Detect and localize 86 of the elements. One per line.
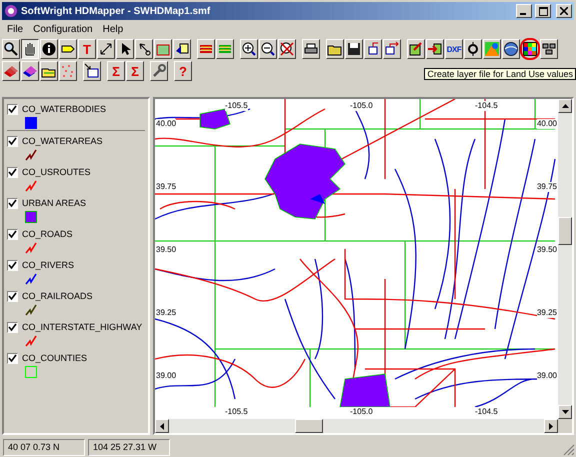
zoom-in-icon xyxy=(241,41,257,57)
layer-name: URBAN AREAS xyxy=(22,198,86,208)
edit-box-icon xyxy=(408,41,424,57)
status-pane: 40 07 0.73 N xyxy=(3,438,85,456)
box-arrow-icon xyxy=(84,63,100,79)
latitude-label: 39.50 xyxy=(156,245,176,255)
horizontal-scrollbar[interactable] xyxy=(155,419,558,433)
import-icon xyxy=(427,41,443,57)
scroll-up-button[interactable] xyxy=(558,99,572,113)
layer-checkbox[interactable] xyxy=(7,166,18,178)
latitude-label: 39.25 xyxy=(156,308,176,318)
app-icon xyxy=(4,4,18,18)
color-grid-icon xyxy=(522,41,538,57)
up-arrow-icon xyxy=(562,104,568,108)
terrain-icon xyxy=(484,41,500,57)
scroll-left-button[interactable] xyxy=(155,419,169,433)
layer-checkbox[interactable] xyxy=(7,290,18,302)
toolbar-button[interactable]: Σ xyxy=(126,61,144,81)
toolbar-button[interactable] xyxy=(21,39,39,59)
layer-checkbox[interactable] xyxy=(7,260,18,270)
scroll-thumb[interactable] xyxy=(558,217,572,245)
shapes-icon xyxy=(174,41,190,57)
layer-name: CO_RAILROADS xyxy=(22,291,93,301)
longitude-label: -105.0 xyxy=(350,407,373,417)
layer-name: CO_USROUTES xyxy=(22,167,91,177)
layer-checkbox[interactable] xyxy=(7,352,18,364)
maximize-button[interactable] xyxy=(535,4,551,18)
latitude-label: 39.25 xyxy=(536,308,557,318)
longitude-label: -104.5 xyxy=(475,407,498,417)
scroll-thumb[interactable] xyxy=(295,419,323,433)
grid-icon xyxy=(541,41,557,57)
layer-name: CO_RIVERS xyxy=(22,260,74,270)
longitude-label: -105.0 xyxy=(350,101,373,111)
zoom-cancel-icon xyxy=(279,41,295,57)
menu-item[interactable]: Help xyxy=(98,24,128,34)
diagonal-arrow-icon xyxy=(98,41,114,57)
longitude-label: -105.5 xyxy=(225,407,248,417)
latitude-label: 39.00 xyxy=(536,371,557,381)
scroll-down-button[interactable] xyxy=(558,405,572,419)
latitude-label: 39.50 xyxy=(536,245,557,255)
longitude-label: -104.5 xyxy=(475,101,498,111)
stacked-layers-icon xyxy=(3,63,19,79)
tooltip: Create layer file for Land Use values xyxy=(424,68,576,80)
status-pane: 104 25 27.31 W xyxy=(88,438,170,456)
latitude-label: 40.00 xyxy=(536,119,557,129)
globe-icon xyxy=(503,41,519,57)
close-icon xyxy=(560,7,568,15)
latitude-label: 39.00 xyxy=(156,371,176,381)
layer-name: CO_INTERSTATE_HIGHWAY xyxy=(22,322,142,332)
toolbar-button[interactable]: DXF xyxy=(445,39,463,59)
latitude-label: 40.00 xyxy=(156,119,176,129)
scroll-right-button[interactable] xyxy=(544,419,558,433)
longitude-label: -105.5 xyxy=(225,101,248,111)
down-arrow-icon xyxy=(562,410,568,414)
layer-checkbox[interactable] xyxy=(7,228,18,240)
zoom-out-icon xyxy=(260,41,276,57)
layer-name: CO_ROADS xyxy=(22,229,73,239)
layer-checkbox[interactable] xyxy=(7,136,18,146)
toolbar-button[interactable]: T xyxy=(78,39,96,59)
stacked-layers-icon xyxy=(22,63,38,79)
menu-item[interactable]: Configuration xyxy=(28,24,98,34)
toolbar-button[interactable]: ? xyxy=(174,61,192,81)
magnifier-icon xyxy=(3,41,19,57)
latitude-label: 39.75 xyxy=(156,182,176,192)
layer-checkbox[interactable] xyxy=(7,322,18,332)
layer-name: CO_COUNTIES xyxy=(22,353,88,363)
close-button[interactable] xyxy=(556,4,572,18)
layer-name: CO_WATERBODIES xyxy=(22,104,106,114)
ring-icon xyxy=(465,41,481,57)
scatter-points-icon xyxy=(60,63,76,79)
resize-grip-icon[interactable] xyxy=(563,444,575,456)
toolbar-button[interactable]: Σ xyxy=(107,61,125,81)
export-box-icon xyxy=(384,41,400,57)
vertical-scrollbar[interactable] xyxy=(558,99,572,419)
info-icon xyxy=(41,41,57,57)
layer-checkbox[interactable] xyxy=(7,198,18,208)
wrench-icon xyxy=(151,63,167,79)
latitude-label: 39.75 xyxy=(536,182,557,192)
minimize-button[interactable] xyxy=(516,4,532,18)
window-title: SoftWright HDMapper - SWHDMap1.smf xyxy=(21,6,212,16)
layer-checkbox[interactable] xyxy=(7,104,18,114)
left-arrow-icon xyxy=(160,422,164,430)
layer-name: CO_WATERAREAS xyxy=(22,136,103,146)
menu-item[interactable]: File xyxy=(2,24,28,34)
right-arrow-icon xyxy=(549,422,553,430)
maximize-icon xyxy=(538,6,548,16)
